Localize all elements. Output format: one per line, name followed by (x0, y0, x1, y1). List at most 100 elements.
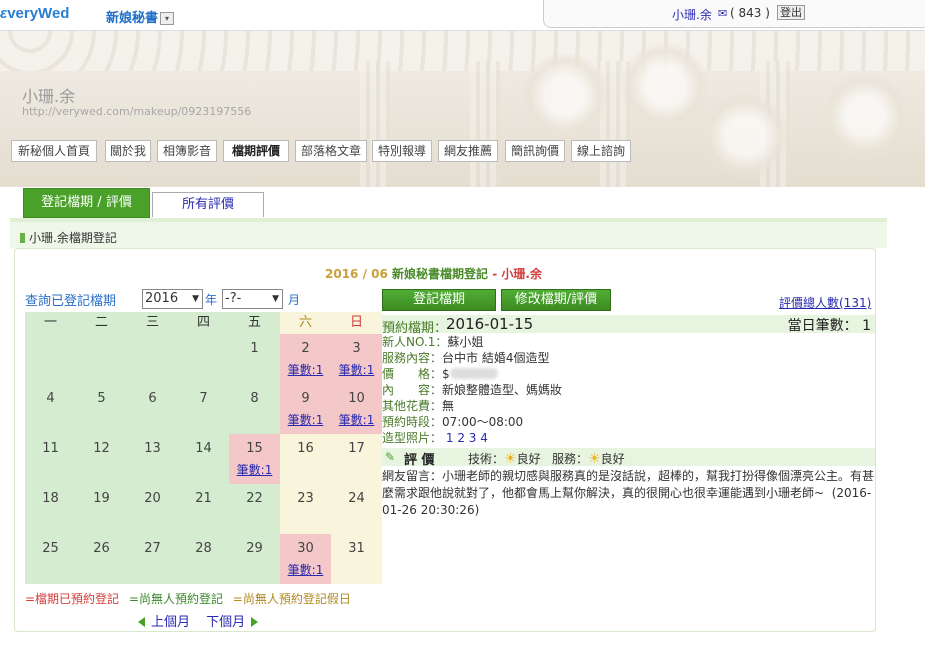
detail-row: 內 容：新娘整體造型、媽媽妝 (382, 382, 562, 398)
detail-value: 台中市 結婚4個造型 (442, 351, 550, 365)
nav-item-consult[interactable]: 線上諮詢 (571, 140, 631, 162)
calendar-day[interactable]: 20 (127, 484, 178, 534)
price-value: $ (442, 367, 450, 381)
calendar-day[interactable]: 13 (127, 434, 178, 484)
calendar-day[interactable]: 7 (178, 384, 229, 434)
studio-url: http://verywed.com/makeup/0923197556 (22, 105, 252, 118)
review-count-link[interactable]: 評價總人數(131) (779, 294, 871, 311)
calendar-day[interactable]: 6 (127, 384, 178, 434)
tab-register[interactable]: 登記檔期 / 評價 (23, 188, 150, 218)
detail-value: 無 (442, 399, 455, 413)
year-select[interactable]: 2016 ▼ (142, 289, 203, 309)
calendar-day[interactable]: 4 (25, 384, 76, 434)
day-number: 9 (301, 391, 310, 406)
detail-row: 新人NO.1：蘇小姐 (382, 334, 483, 350)
nav-item-home[interactable]: 新秘個人首頁 (11, 140, 97, 162)
next-month-link[interactable]: 下個月 (206, 615, 245, 630)
weekday-header: 六 (280, 312, 331, 334)
calendar-day[interactable]: 3 筆數:1 (331, 334, 382, 384)
detail-row: 服務內容：台中市 結婚4個造型 (382, 350, 549, 366)
booking-count-link[interactable]: 筆數:1 (229, 461, 280, 478)
day-number: 21 (195, 491, 212, 506)
calendar-day[interactable]: 14 (178, 434, 229, 484)
comment-text: 網友留言：小珊老師的親切感與服務真的是沒話說，超棒的，幫我打扮得像個漂亮公主。有… (382, 469, 875, 500)
mail-icon[interactable]: ✉ (718, 7, 727, 20)
photo-link[interactable]: 2 (457, 431, 465, 445)
calendar-day[interactable]: 30 筆數:1 (280, 534, 331, 584)
calendar-day[interactable]: 1 (229, 334, 280, 384)
calendar-day[interactable]: 31 (331, 534, 382, 584)
photo-link[interactable]: 3 (469, 431, 477, 445)
section-title-text: 小珊.余檔期登記 (29, 231, 117, 245)
booking-count-link[interactable]: 筆數:1 (331, 411, 382, 428)
calendar-day[interactable]: 24 (331, 484, 382, 534)
calendar-slot (25, 334, 76, 384)
weekday-header: 五 (229, 312, 280, 334)
user-name-link[interactable]: 小珊.余 (672, 6, 712, 23)
photo-link[interactable]: 1 (446, 431, 454, 445)
nav-item-album[interactable]: 相簿影音 (157, 140, 217, 162)
booking-count-link[interactable]: 筆數:1 (280, 411, 331, 428)
calendar-day[interactable]: 5 (76, 384, 127, 434)
logout-button[interactable]: 登出 (777, 5, 805, 20)
nav-item-blog[interactable]: 部落格文章 (295, 140, 367, 162)
detail-label: 其他花費： (382, 399, 443, 413)
calendar-day[interactable]: 29 (229, 534, 280, 584)
calendar-day[interactable]: 23 (280, 484, 331, 534)
calendar-day[interactable]: 8 (229, 384, 280, 434)
day-number: 7 (199, 391, 208, 406)
calendar-day[interactable]: 18 (25, 484, 76, 534)
banner-curtain (470, 61, 500, 187)
day-number: 25 (42, 541, 59, 556)
day-number: 17 (348, 441, 365, 456)
calendar-day[interactable]: 12 (76, 434, 127, 484)
month-unit: 月 (288, 293, 301, 307)
calendar-day[interactable]: 9 筆數:1 (280, 384, 331, 434)
nav-item-about[interactable]: 關於我 (105, 140, 151, 162)
modify-booking-button[interactable]: 修改檔期/評價 (501, 289, 611, 311)
next-arrow-icon[interactable] (251, 617, 259, 627)
photo-link[interactable]: 4 (480, 431, 488, 445)
site-logo[interactable]: εveryWed (0, 5, 69, 22)
booking-count-link[interactable]: 筆數:1 (280, 361, 331, 378)
month-navigation: 上個月 下個月 (138, 611, 259, 630)
calendar-day[interactable]: 21 (178, 484, 229, 534)
year-unit: 年 (205, 293, 218, 307)
calendar-day[interactable]: 26 (76, 534, 127, 584)
calendar-day[interactable]: 15 筆數:1 (229, 434, 280, 484)
chevron-down-icon[interactable]: ▾ (160, 12, 175, 25)
calendar-day[interactable]: 11 (25, 434, 76, 484)
nav-item-recommend[interactable]: 網友推薦 (438, 140, 498, 162)
prev-arrow-icon[interactable] (138, 617, 145, 627)
nav-item-schedule[interactable]: 檔期評價 (223, 140, 289, 162)
day-number: 12 (93, 441, 110, 456)
chevron-down-icon: ▼ (192, 294, 199, 304)
site-menu[interactable]: 新娘秘書 ▾ (106, 7, 175, 26)
calendar-day[interactable]: 28 (178, 534, 229, 584)
registration-heading: 2016 / 06 新娘秘書檔期登記 - 小珊.余 (325, 265, 542, 282)
detail-row: 其他花費：無 (382, 398, 454, 414)
query-booking-link[interactable]: 查詢已登記檔期 (25, 290, 116, 309)
detail-label: 服務內容： (382, 351, 443, 365)
main-panel: 登記檔期 / 評價 所有評價 小珊.余檔期登記 2016 / 06 新娘秘書檔期… (10, 186, 887, 646)
month-select[interactable]: -?- ▼ (222, 289, 283, 309)
register-booking-button[interactable]: 登記檔期 (382, 289, 496, 311)
calendar-day[interactable]: 19 (76, 484, 127, 534)
tab-all-reviews[interactable]: 所有評價 (152, 192, 264, 217)
calendar-day[interactable]: 17 (331, 434, 382, 484)
calendar-day[interactable]: 10 筆數:1 (331, 384, 382, 434)
nav-item-sms[interactable]: 簡訊詢價 (505, 140, 565, 162)
calendar-day[interactable]: 2 筆數:1 (280, 334, 331, 384)
booking-date: 2016-01-15 (446, 315, 534, 333)
calendar-day[interactable]: 16 (280, 434, 331, 484)
calendar-day[interactable]: 22 (229, 484, 280, 534)
sun-icon: ☀ (588, 451, 601, 467)
prev-month-link[interactable]: 上個月 (151, 615, 190, 630)
booking-count-link[interactable]: 筆數:1 (331, 361, 382, 378)
booking-count-link[interactable]: 筆數:1 (280, 561, 331, 578)
review-bar: ✎ 評 價 技術：☀良好 服務：☀良好 (382, 448, 875, 468)
calendar-day[interactable]: 27 (127, 534, 178, 584)
calendar-day[interactable]: 25 (25, 534, 76, 584)
nav-item-special[interactable]: 特別報導 (372, 140, 432, 162)
review-comment: 網友留言：小珊老師的親切感與服務真的是沒話說，超棒的，幫我打扮得像個漂亮公主。有… (382, 468, 874, 519)
